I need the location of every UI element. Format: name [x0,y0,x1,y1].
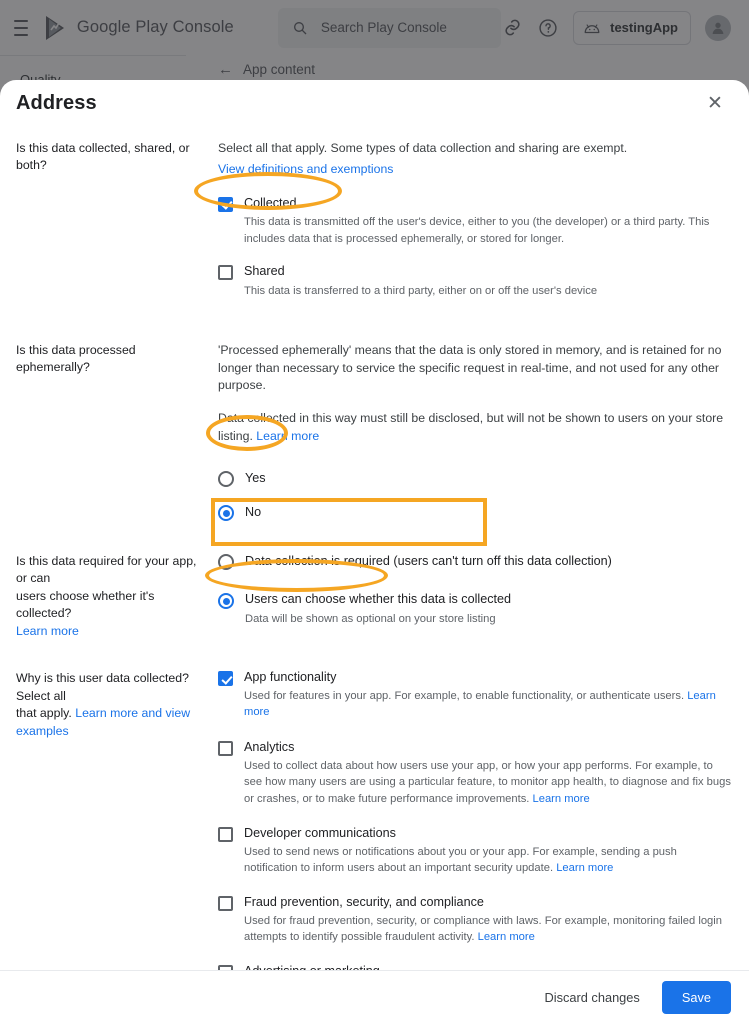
purpose-title: Analytics [244,740,295,755]
users-can-choose-radio[interactable] [218,592,234,609]
option-description: This data is transferred to a third part… [244,284,598,297]
option-collected[interactable]: Collected This data is transmitted off t… [218,196,733,247]
section-content-column: 'Processed ephemerally' means that the d… [218,342,733,521]
dialog-header: Address ✕ [0,80,749,126]
section-label-column: Is this data processed ephemerally? [16,342,218,521]
radio-users-can-choose[interactable]: Users can choose whether this data is co… [218,592,733,627]
section-label-column: Is this data collected, shared, or both? [16,140,218,299]
purpose-developer-communications[interactable]: Developer communications Used to send ne… [218,826,733,876]
radio-collection-required[interactable]: Data collection is required (users can't… [218,553,733,570]
dialog-footer: Discard changes Save [0,970,749,1024]
section-collection-type: Is this data collected, shared, or both?… [16,140,733,299]
radio-description: Data will be shown as optional on your s… [245,612,496,625]
ephemeral-paragraph-2: Data collected in this way must still be… [218,410,733,446]
page-title: Address [16,91,97,114]
purpose-title: Fraud prevention, security, and complian… [244,895,484,910]
save-button[interactable]: Save [661,981,731,1014]
purpose-description: Used to collect data about how users use… [244,758,733,807]
section-content-column: Select all that apply. Some types of dat… [218,140,733,299]
shared-checkbox[interactable] [218,264,233,280]
radio-ephemeral-no[interactable]: No [218,504,733,521]
dialog-body: Is this data collected, shared, or both?… [0,126,749,1024]
radio-label: No [245,504,262,519]
fraud-prevention-checkbox[interactable] [218,896,233,912]
address-dialog: Address ✕ Is this data collected, shared… [0,80,749,1024]
analytics-checkbox[interactable] [218,741,233,757]
purpose-analytics[interactable]: Analytics Used to collect data about how… [218,740,733,806]
section-content-column: Data collection is required (users can't… [218,553,733,640]
purpose-description-text: Used for features in your app. For examp… [244,689,685,702]
purpose-description: Used for fraud prevention, security, or … [244,913,733,945]
section-label-line-2-prefix: that apply. [16,706,76,721]
ephemeral-no-radio[interactable] [218,504,234,521]
section-required-or-optional: Is this data required for your app, or c… [16,553,733,640]
section-ephemeral: Is this data processed ephemerally? 'Pro… [16,342,733,521]
ephemeral-paragraph-1: 'Processed ephemerally' means that the d… [218,342,722,393]
purpose-description: Used for features in your app. For examp… [244,688,733,720]
radio-label: Users can choose whether this data is co… [245,591,512,606]
close-icon[interactable]: ✕ [703,91,727,115]
learn-more-link[interactable]: Learn more [478,931,535,943]
purpose-app-functionality[interactable]: App functionality Used for features in y… [218,670,733,720]
section-label-line-1: Is this data required for your app, or c… [16,553,197,586]
purpose-title: App functionality [244,670,337,685]
section-label-line-2: that apply. Learn more and view examples [16,705,204,740]
radio-ephemeral-yes[interactable]: Yes [218,470,733,487]
learn-more-link[interactable]: Learn more [533,793,590,805]
section-label-column: Is this data required for your app, or c… [16,553,218,640]
data-collection-required-radio[interactable] [218,553,234,570]
learn-more-link[interactable]: Learn more [16,623,204,640]
section-intro: Select all that apply. Some types of dat… [218,141,628,155]
option-description: This data is transmitted off the user's … [244,216,710,245]
radio-label: Yes [245,470,266,485]
learn-more-link[interactable]: Learn more [556,862,613,874]
option-shared[interactable]: Shared This data is transferred to a thi… [218,264,733,299]
collected-checkbox[interactable] [218,196,233,212]
purpose-title: Developer communications [244,825,396,840]
purpose-fraud-prevention[interactable]: Fraud prevention, security, and complian… [218,895,733,945]
section-label-line-1: Why is this user data collected? Select … [16,671,189,703]
view-definitions-link[interactable]: View definitions and exemptions [218,162,393,176]
purpose-description: Used to send news or notifications about… [244,844,733,876]
section-label: Is this data processed ephemerally? [16,342,136,375]
ephemeral-yes-radio[interactable] [218,470,234,487]
learn-more-link[interactable]: Learn more [256,429,319,443]
option-title: Collected [244,195,297,210]
section-label-line-2: users choose whether it's collected? [16,588,155,621]
purpose-description-text: Used to collect data about how users use… [244,760,731,805]
discard-changes-button[interactable]: Discard changes [539,982,646,1013]
option-title: Shared [244,263,285,278]
developer-communications-checkbox[interactable] [218,826,233,842]
radio-label: Data collection is required (users can't… [245,553,612,568]
section-label: Is this data collected, shared, or both? [16,141,190,173]
app-functionality-checkbox[interactable] [218,671,233,687]
